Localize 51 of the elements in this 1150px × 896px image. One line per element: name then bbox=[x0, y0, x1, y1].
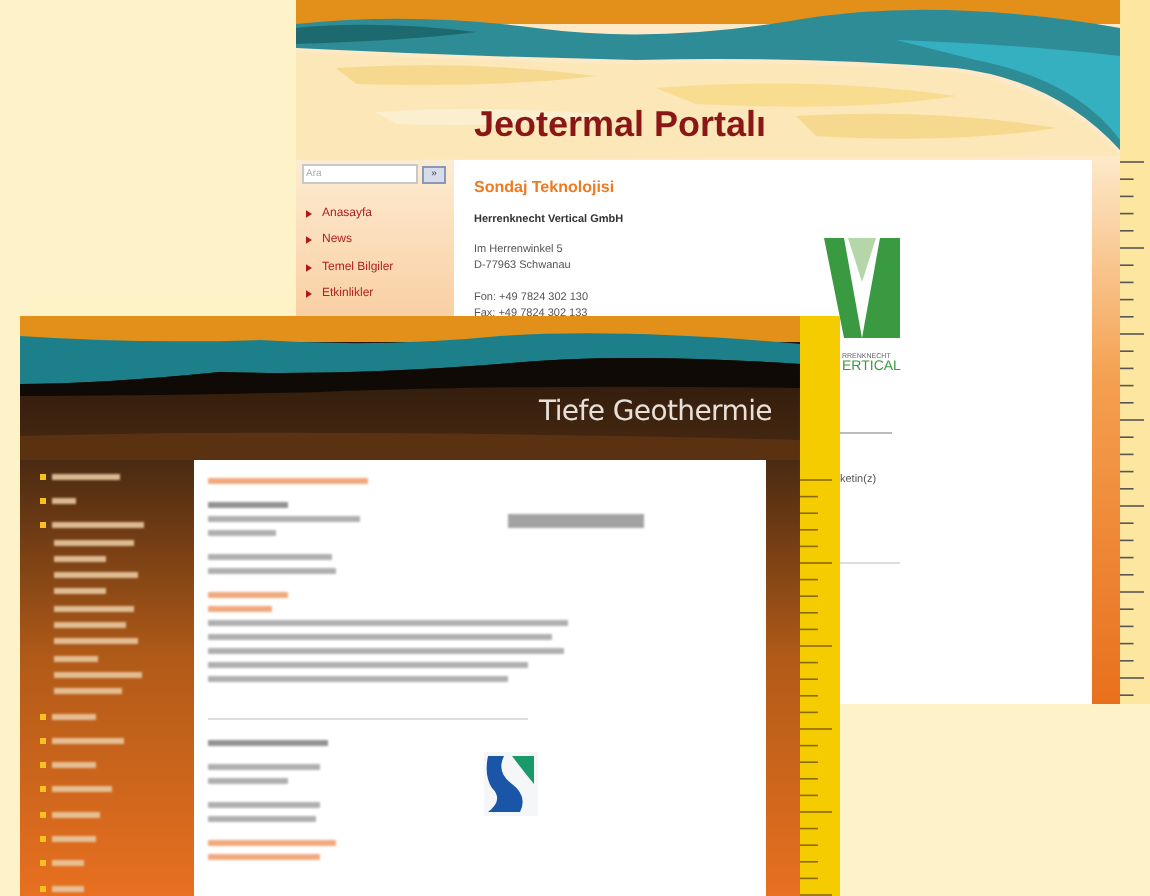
blurred-text-line bbox=[54, 655, 98, 662]
blurred-text-line bbox=[52, 473, 120, 480]
blurred-text-line bbox=[54, 572, 138, 579]
blurred-text-line bbox=[54, 638, 138, 645]
s-logo-icon bbox=[484, 752, 538, 816]
site-title: Tiefe Geothermie bbox=[539, 396, 772, 428]
bullet-icon bbox=[40, 811, 46, 818]
blurred-text-line bbox=[52, 522, 144, 529]
blurred-text-line bbox=[208, 568, 336, 574]
blurred-text-line bbox=[208, 592, 288, 598]
blurred-text-line bbox=[52, 737, 124, 744]
blurred-text-line bbox=[208, 606, 272, 612]
blurred-text-line bbox=[52, 811, 100, 818]
bullet-icon bbox=[306, 290, 312, 299]
bullet-icon bbox=[306, 263, 312, 272]
bullet-icon bbox=[40, 473, 46, 480]
blurred-text-line bbox=[52, 786, 112, 793]
section-heading: Sondaj Teknolojisi bbox=[474, 178, 617, 196]
blurred-text-line bbox=[54, 539, 134, 546]
bullet-icon bbox=[40, 762, 46, 769]
blurred-text-line bbox=[208, 840, 336, 846]
bullet-icon bbox=[40, 835, 46, 842]
blurred-text-line bbox=[208, 764, 320, 770]
blurred-text-line bbox=[208, 854, 320, 860]
bullet-icon bbox=[306, 236, 312, 245]
blurred-text-line bbox=[54, 555, 106, 562]
bullet-icon bbox=[40, 737, 46, 744]
bullet-icon bbox=[40, 885, 46, 892]
blurred-text-line bbox=[52, 835, 96, 842]
blurred-text-line bbox=[52, 713, 96, 719]
blurred-text-line bbox=[54, 605, 134, 612]
blurred-text-line bbox=[208, 530, 276, 536]
bullet-icon bbox=[40, 522, 46, 529]
blurred-text-line bbox=[54, 671, 142, 678]
site-title: Jeotermal Portalı bbox=[474, 104, 767, 146]
blurred-text-line bbox=[208, 816, 316, 822]
blurred-text-line bbox=[208, 778, 288, 784]
blurred-text-line bbox=[52, 762, 96, 769]
blurred-logo bbox=[508, 514, 644, 528]
blurred-text-line bbox=[208, 802, 320, 808]
blurred-text-line bbox=[208, 740, 328, 746]
bullet-icon bbox=[40, 497, 46, 504]
bullet-icon bbox=[306, 209, 312, 218]
blurred-text-line bbox=[208, 502, 288, 508]
blurred-text-line bbox=[208, 554, 332, 560]
bullet-icon bbox=[40, 713, 46, 719]
bullet-icon bbox=[40, 860, 46, 867]
blurred-text-line bbox=[54, 688, 122, 695]
bullet-icon bbox=[40, 786, 46, 793]
blurred-text-line bbox=[54, 622, 126, 629]
blurred-text-line bbox=[54, 588, 106, 595]
